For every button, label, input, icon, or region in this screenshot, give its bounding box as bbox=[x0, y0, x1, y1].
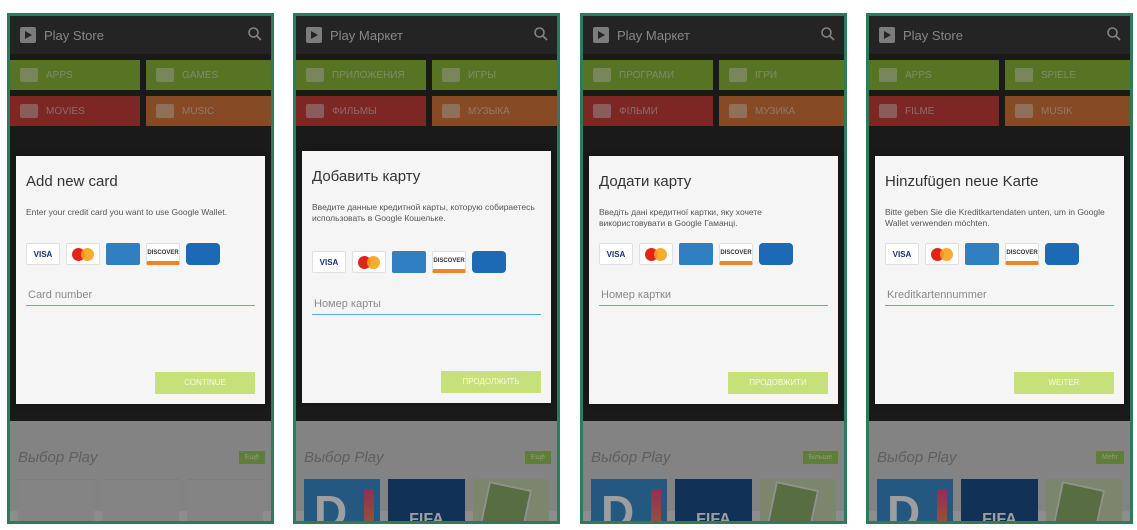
continue-button[interactable]: Continue bbox=[155, 372, 255, 394]
phone-screen-1: Play Store Apps Games Movies Music Выбор… bbox=[7, 13, 274, 524]
discover-logo: DISCOVER bbox=[719, 243, 753, 265]
dialog-description: Введіть дані кредитної картки, яку хочет… bbox=[599, 207, 762, 228]
discover-network-logo bbox=[472, 251, 506, 273]
amex-logo bbox=[679, 243, 713, 265]
phone-screen-2: Play Маркет Приложения Игры Фильмы Музык… bbox=[293, 13, 560, 524]
discover-logo: DISCOVER bbox=[432, 251, 466, 273]
card-number-input[interactable]: Номер картки bbox=[599, 284, 828, 306]
dialog-description: Enter your credit card you want to use G… bbox=[26, 207, 227, 217]
mastercard-logo bbox=[66, 243, 100, 265]
discover-logo: DISCOVER bbox=[1005, 243, 1039, 265]
visa-logo: VISA bbox=[885, 243, 919, 265]
dialog-title: Додати карту bbox=[599, 173, 692, 190]
card-number-input[interactable]: Card number bbox=[26, 284, 255, 306]
card-number-input[interactable]: Kreditkartennummer bbox=[885, 284, 1114, 306]
phone-screen-4: Play Store Apps Spiele Filme Musik Выбор… bbox=[866, 13, 1133, 524]
add-card-dialog: Добавить карту Введите данные кредитной … bbox=[302, 151, 551, 403]
card-number-input[interactable]: Номер карты bbox=[312, 293, 541, 315]
card-logos: VISA DISCOVER bbox=[885, 243, 1079, 265]
discover-logo: DISCOVER bbox=[146, 243, 180, 265]
continue-button[interactable]: Weiter bbox=[1014, 372, 1114, 394]
discover-network-logo bbox=[186, 243, 220, 265]
amex-logo bbox=[106, 243, 140, 265]
discover-network-logo bbox=[1045, 243, 1079, 265]
add-card-dialog: Додати карту Введіть дані кредитної карт… bbox=[589, 156, 838, 404]
card-logos: VISA DISCOVER bbox=[312, 251, 506, 273]
mastercard-logo bbox=[352, 251, 386, 273]
continue-button[interactable]: Продовжити bbox=[728, 372, 828, 394]
dialog-description: Bitte geben Sie die Kreditkartendaten un… bbox=[885, 207, 1105, 228]
mastercard-logo bbox=[925, 243, 959, 265]
card-logos: VISA DISCOVER bbox=[599, 243, 793, 265]
add-card-dialog: Add new card Enter your credit card you … bbox=[16, 156, 265, 404]
visa-logo: VISA bbox=[312, 251, 346, 273]
dialog-title: Add new card bbox=[26, 173, 118, 190]
discover-network-logo bbox=[759, 243, 793, 265]
amex-logo bbox=[392, 251, 426, 273]
mastercard-logo bbox=[639, 243, 673, 265]
visa-logo: VISA bbox=[599, 243, 633, 265]
amex-logo bbox=[965, 243, 999, 265]
continue-button[interactable]: Продолжить bbox=[441, 371, 541, 393]
add-card-dialog: Hinzufügen neue Karte Bitte geben Sie di… bbox=[875, 156, 1124, 404]
dialog-title: Hinzufügen neue Karte bbox=[885, 173, 1039, 190]
card-logos: VISA DISCOVER bbox=[26, 243, 220, 265]
dialog-description: Введите данные кредитной карты, которую … bbox=[312, 202, 535, 223]
dialog-title: Добавить карту bbox=[312, 168, 421, 185]
phone-screen-3: Play Маркет Програми Ігри Фільми Музика … bbox=[580, 13, 847, 524]
visa-logo: VISA bbox=[26, 243, 60, 265]
